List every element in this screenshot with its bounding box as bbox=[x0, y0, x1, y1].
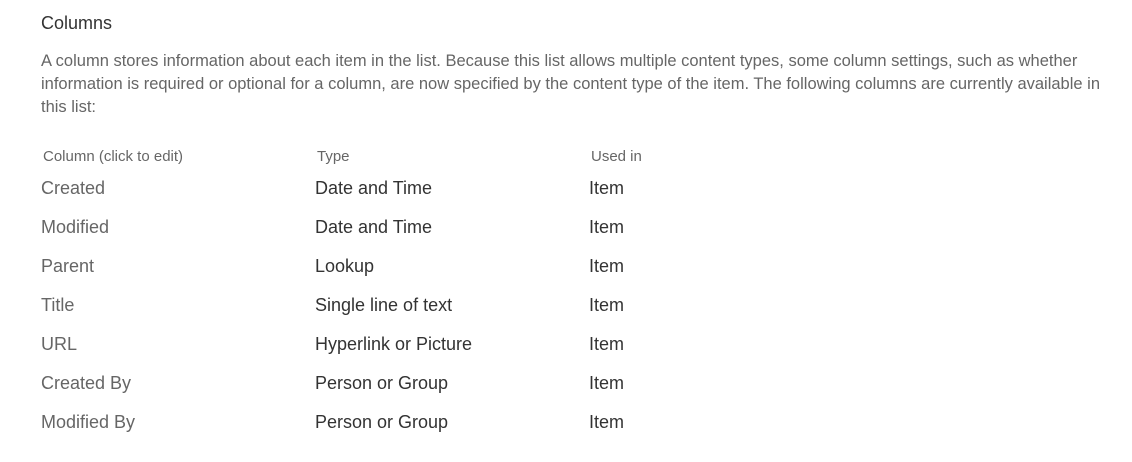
column-type: Person or Group bbox=[315, 412, 449, 432]
table-row: Created By Person or Group Item bbox=[41, 364, 791, 403]
column-used-in: Item bbox=[589, 178, 625, 198]
columns-section: Columns A column stores information abou… bbox=[41, 10, 1121, 442]
column-type: Date and Time bbox=[315, 217, 433, 237]
column-used-in: Item bbox=[589, 412, 625, 432]
column-used-in: Item bbox=[589, 217, 625, 237]
table-row: Title Single line of text Item bbox=[41, 286, 791, 325]
table-row: URL Hyperlink or Picture Item bbox=[41, 325, 791, 364]
table-header-row: Column (click to edit) Type Used in bbox=[41, 143, 791, 169]
column-link-parent[interactable]: Parent bbox=[41, 256, 94, 276]
column-used-in: Item bbox=[589, 373, 625, 393]
column-used-in: Item bbox=[589, 295, 625, 315]
section-description: A column stores information about each i… bbox=[41, 52, 1101, 116]
column-type: Hyperlink or Picture bbox=[315, 334, 473, 354]
header-column: Column (click to edit) bbox=[43, 147, 184, 165]
header-used-in: Used in bbox=[591, 147, 642, 165]
column-link-created[interactable]: Created bbox=[41, 178, 105, 198]
columns-table: Column (click to edit) Type Used in Crea… bbox=[41, 143, 791, 442]
table-row: Created Date and Time Item bbox=[41, 169, 791, 208]
header-type: Type bbox=[317, 147, 350, 165]
table-row: Parent Lookup Item bbox=[41, 247, 791, 286]
table-row: Modified By Person or Group Item bbox=[41, 403, 791, 442]
column-used-in: Item bbox=[589, 334, 625, 354]
column-used-in: Item bbox=[589, 256, 625, 276]
column-link-title[interactable]: Title bbox=[41, 295, 74, 315]
column-type: Date and Time bbox=[315, 178, 433, 198]
column-type: Single line of text bbox=[315, 295, 453, 315]
column-link-modified[interactable]: Modified bbox=[41, 217, 109, 237]
column-type: Person or Group bbox=[315, 373, 449, 393]
column-link-modified-by[interactable]: Modified By bbox=[41, 412, 135, 432]
section-title: Columns bbox=[41, 13, 113, 33]
column-type: Lookup bbox=[315, 256, 375, 276]
column-link-created-by[interactable]: Created By bbox=[41, 373, 131, 393]
column-link-url[interactable]: URL bbox=[41, 334, 77, 354]
table-row: Modified Date and Time Item bbox=[41, 208, 791, 247]
